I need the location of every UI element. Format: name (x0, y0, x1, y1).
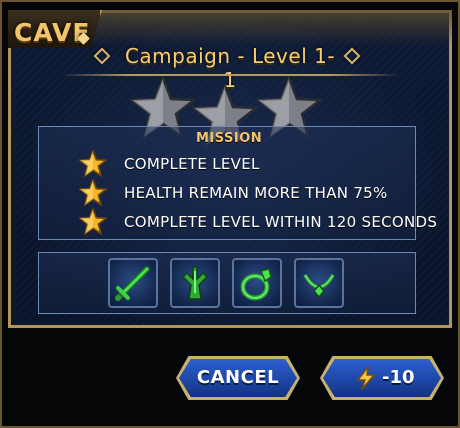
objective-star-icon-2 (79, 179, 107, 206)
cancel-button[interactable]: CANCEL (176, 356, 300, 400)
cancel-button-label: CANCEL (196, 367, 280, 388)
title-divider (60, 74, 400, 76)
green-ring-icon (240, 268, 272, 301)
reward-slot-ring[interactable] (232, 258, 282, 308)
green-necklace-icon (303, 273, 335, 299)
location-tab-label: CAVE (14, 18, 91, 47)
objective-3: COMPLETE LEVEL WITHIN 120 SECONDS (124, 213, 438, 231)
energy-bolt-icon (356, 366, 376, 390)
reward-slot-necklace[interactable] (294, 258, 344, 308)
green-tree-armor-icon (181, 266, 209, 300)
objective-star-icon-3 (79, 208, 107, 235)
start-cost-value: -10 (382, 367, 415, 388)
objective-1: COMPLETE LEVEL (124, 155, 260, 173)
objective-2: HEALTH REMAIN MORE THAN 75% (124, 184, 388, 202)
reward-slot-sword[interactable] (108, 258, 158, 308)
mission-label: MISSION (196, 131, 263, 146)
top-ornament (60, 10, 452, 46)
reward-slot-armor[interactable] (170, 258, 220, 308)
start-button[interactable]: -10 (320, 356, 444, 400)
objective-star-icon-1 (79, 150, 107, 177)
green-sword-icon (115, 266, 150, 301)
reward-items-bar (38, 252, 416, 314)
